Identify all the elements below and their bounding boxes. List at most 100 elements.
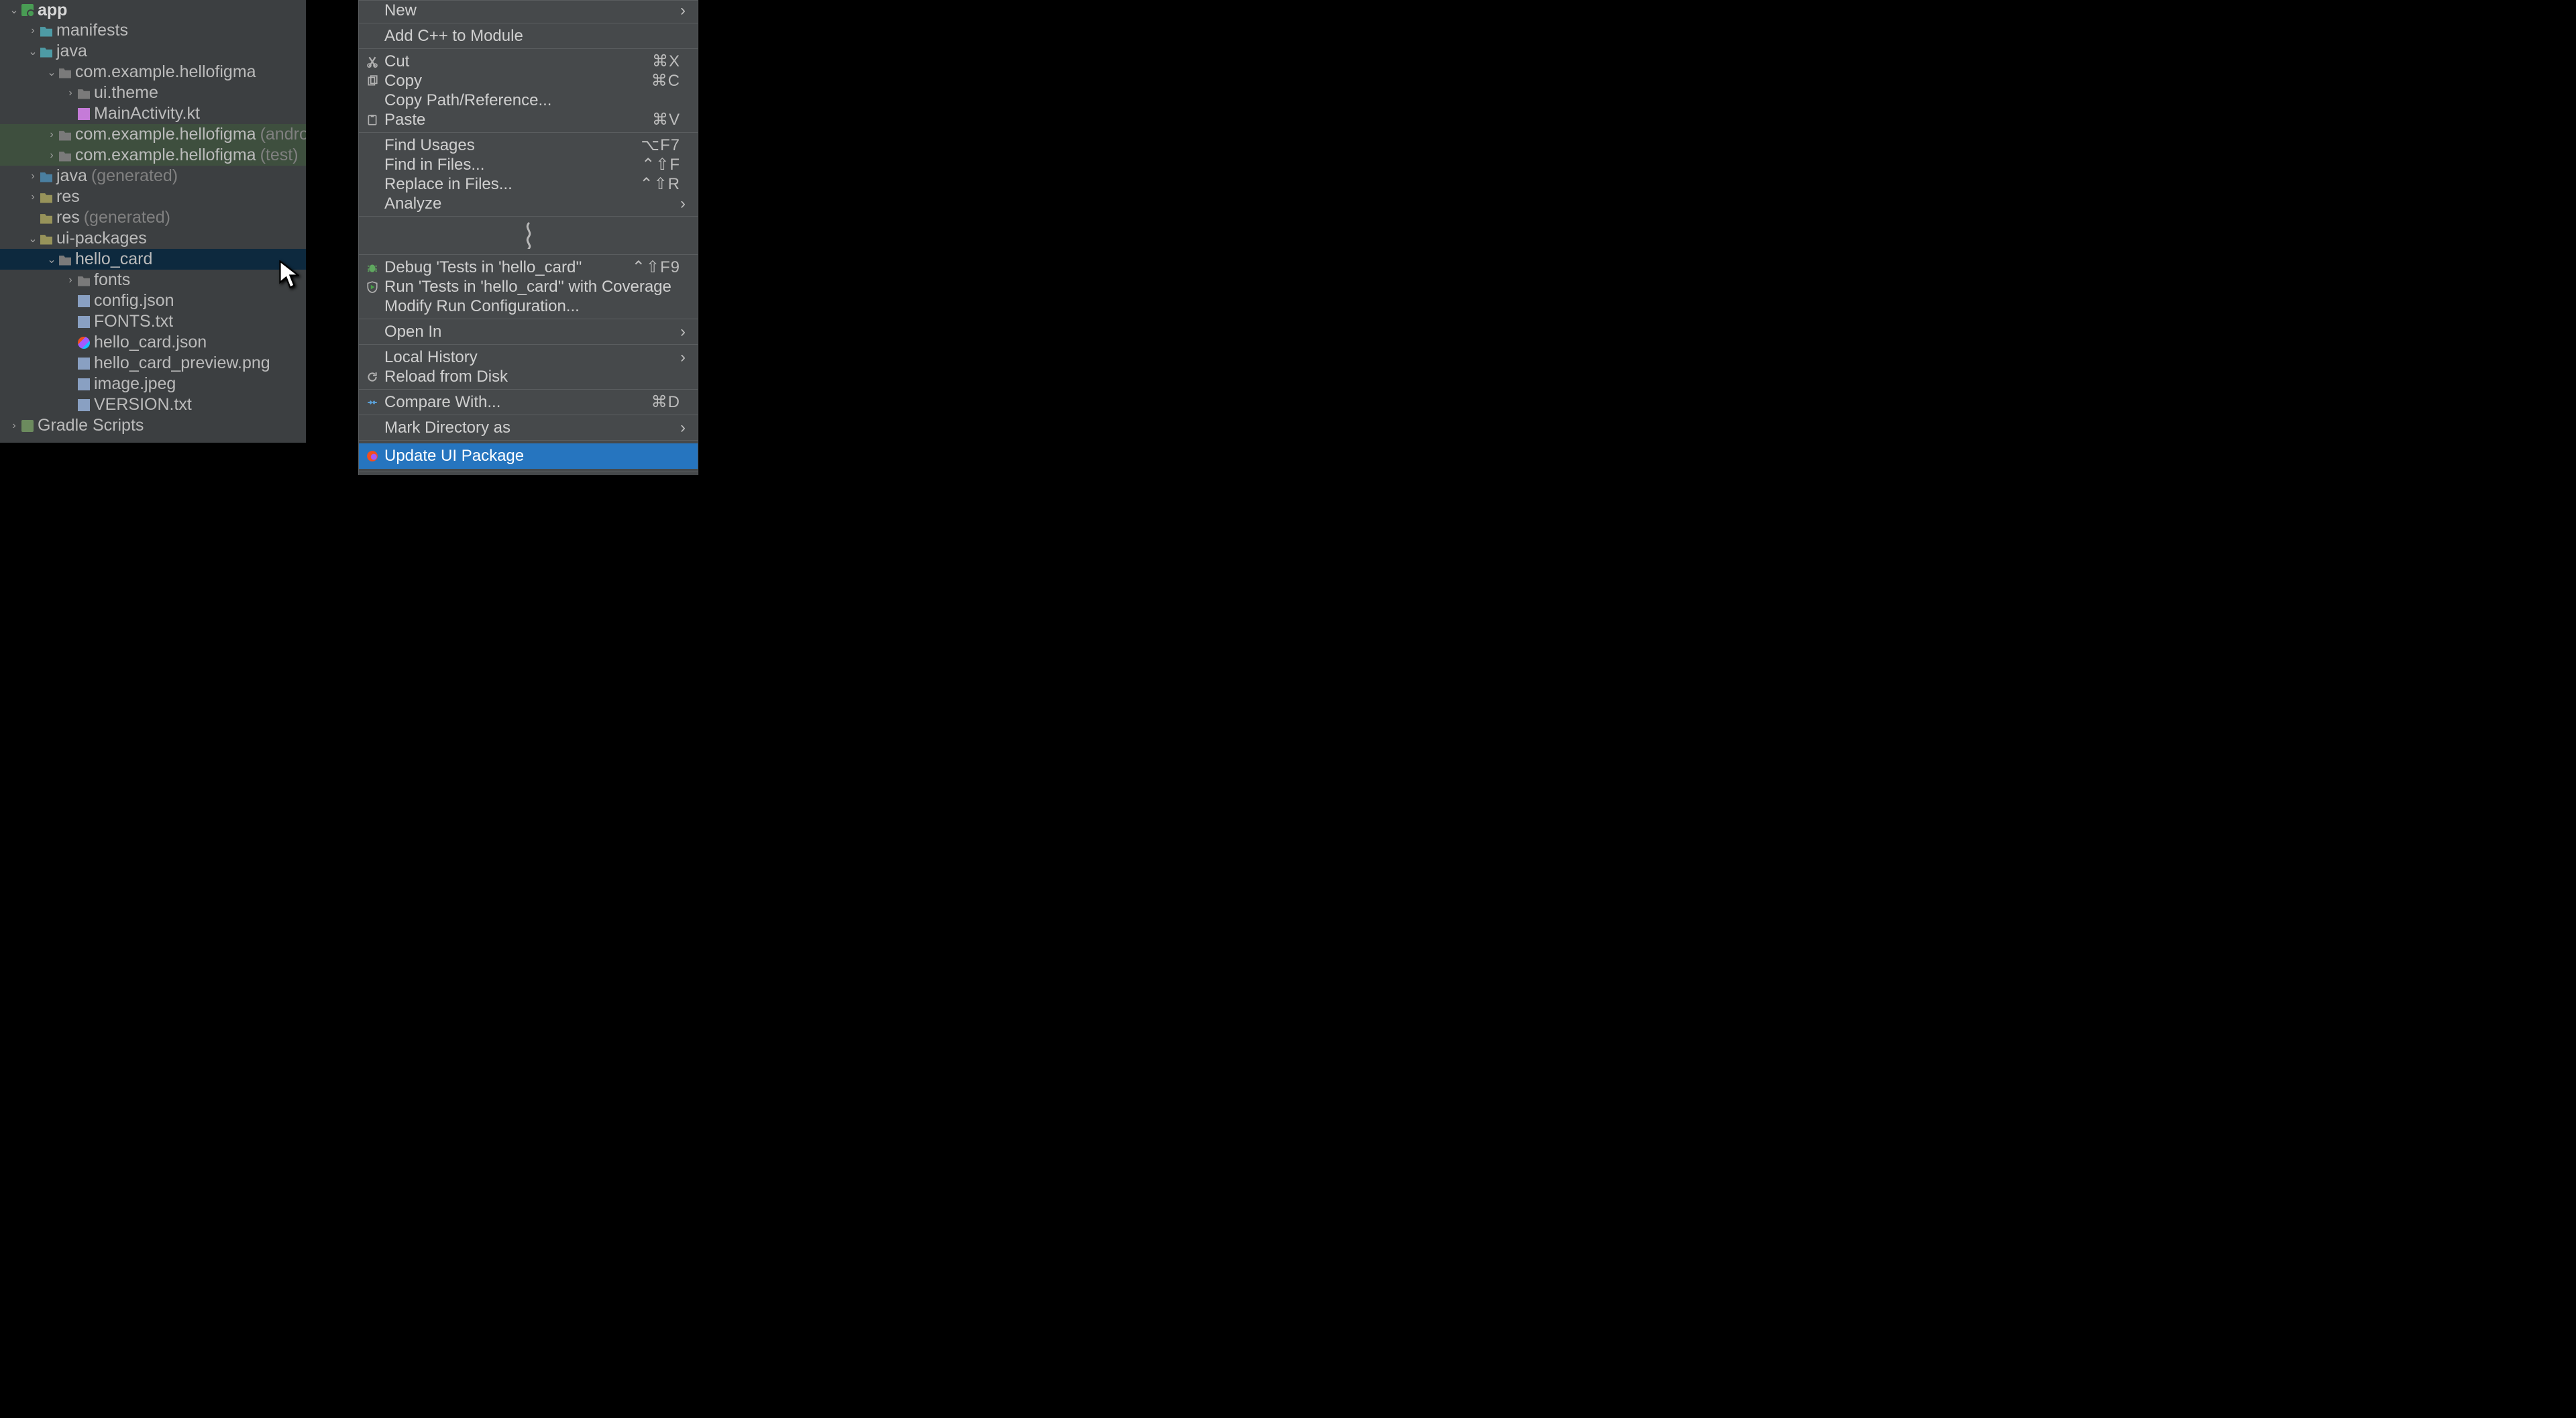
tree-row[interactable]: ›java(generated) bbox=[0, 166, 306, 186]
menu-separator bbox=[359, 254, 698, 255]
menu-item[interactable]: Mark Directory as› bbox=[359, 418, 698, 437]
tree-row[interactable]: ⌄com.example.hellofigma bbox=[0, 62, 306, 83]
coverage-icon bbox=[366, 280, 379, 294]
menu-item[interactable]: Copy Path/Reference...› bbox=[359, 91, 698, 110]
menu-item-shortcut: ⌘X bbox=[652, 52, 680, 71]
menu-item[interactable]: Modify Run Configuration...› bbox=[359, 296, 698, 316]
tree-row[interactable]: ›fonts bbox=[0, 270, 306, 290]
menu-item[interactable]: Copy⌘C› bbox=[359, 71, 698, 91]
copy-icon bbox=[366, 74, 379, 88]
menu-item[interactable]: New› bbox=[359, 1, 698, 20]
menu-separator bbox=[359, 440, 698, 441]
menu-item-shortcut: ⌃⇧F bbox=[641, 155, 680, 174]
tree-row[interactable]: ›ui.theme bbox=[0, 83, 306, 103]
tree-row-label: java bbox=[56, 42, 87, 61]
folder-cyan-icon bbox=[40, 25, 52, 37]
chevron-down-icon[interactable]: ⌄ bbox=[47, 66, 56, 79]
chevron-down-icon[interactable]: ⌄ bbox=[28, 45, 38, 58]
folder-gray-icon bbox=[59, 150, 71, 162]
chevron-down-icon[interactable]: ⌄ bbox=[9, 3, 19, 17]
chevron-right-icon[interactable]: › bbox=[66, 274, 75, 286]
menu-item-label: Debug 'Tests in 'hello_card'' bbox=[384, 258, 625, 277]
chevron-right-icon[interactable]: › bbox=[9, 420, 19, 432]
tree-row[interactable]: › Gradle Scripts bbox=[0, 415, 306, 436]
menu-item[interactable]: Compare With...⌘D› bbox=[359, 392, 698, 412]
menu-truncation-icon bbox=[359, 219, 698, 252]
folder-res-icon bbox=[40, 212, 52, 224]
tree-row[interactable]: hello_card_preview.png bbox=[0, 353, 306, 374]
submenu-chevron-icon: › bbox=[680, 195, 688, 213]
tree-row[interactable]: ›com.example.hellofigma(test) bbox=[0, 145, 306, 166]
menu-separator bbox=[359, 389, 698, 390]
folder-res-icon bbox=[40, 191, 52, 203]
compare-icon bbox=[366, 396, 379, 409]
tree-row[interactable]: MainActivity.kt bbox=[0, 103, 306, 124]
tree-row[interactable]: ⌄app bbox=[0, 0, 306, 20]
menu-item[interactable]: Run 'Tests in 'hello_card'' with Coverag… bbox=[359, 277, 698, 296]
tree-row[interactable]: ›res bbox=[0, 186, 306, 207]
tree-row-suffix: (generated) bbox=[84, 208, 170, 227]
chevron-right-icon[interactable]: › bbox=[47, 150, 56, 162]
gradle-icon-icon bbox=[21, 420, 34, 432]
file-txt-icon bbox=[78, 399, 90, 411]
menu-item-label: Paste bbox=[384, 111, 645, 129]
tree-row[interactable]: FONTS.txt bbox=[0, 311, 306, 332]
menu-item[interactable]: Analyze› bbox=[359, 194, 698, 213]
tree-row[interactable]: VERSION.txt bbox=[0, 394, 306, 415]
menu-item[interactable]: Open In› bbox=[359, 322, 698, 341]
tree-row-label: java bbox=[56, 166, 87, 186]
tree-row-label: image.jpeg bbox=[94, 374, 176, 394]
figma-icon bbox=[366, 449, 379, 463]
chevron-down-icon[interactable]: ⌄ bbox=[28, 232, 38, 246]
tree-row-label: hello_card bbox=[75, 250, 152, 269]
tree-row-label: ui-packages bbox=[56, 229, 147, 248]
menu-item[interactable]: Find in Files...⌃⇧F› bbox=[359, 155, 698, 174]
figma-icon-icon bbox=[78, 337, 90, 349]
submenu-chevron-icon: › bbox=[680, 348, 688, 367]
tree-row-label: FONTS.txt bbox=[94, 312, 173, 331]
tree-row[interactable]: config.json bbox=[0, 290, 306, 311]
tree-row-label: MainActivity.kt bbox=[94, 104, 200, 123]
chevron-right-icon[interactable]: › bbox=[28, 170, 38, 182]
project-tree[interactable]: ⌄app›manifests⌄java⌄com.example.hellofig… bbox=[0, 0, 306, 443]
menu-item[interactable]: Cut⌘X› bbox=[359, 52, 698, 71]
chevron-right-icon[interactable]: › bbox=[28, 191, 38, 203]
folder-cyan-icon bbox=[40, 46, 52, 58]
chevron-down-icon[interactable]: ⌄ bbox=[47, 253, 56, 266]
menu-item-label: Local History bbox=[384, 348, 680, 367]
tree-row[interactable]: image.jpeg bbox=[0, 374, 306, 394]
menu-item-label: Open In bbox=[384, 323, 680, 341]
tree-row[interactable]: ⌄ java bbox=[0, 41, 306, 62]
tree-row[interactable]: ›com.example.hellofigma(androidTest) bbox=[0, 124, 306, 145]
menu-item[interactable]: Find Usages⌥F7› bbox=[359, 135, 698, 155]
tree-row[interactable]: ⌄ hello_card bbox=[0, 249, 306, 270]
menu-item-label: Find Usages bbox=[384, 136, 634, 155]
menu-item[interactable]: Debug 'Tests in 'hello_card''⌃⇧F9› bbox=[359, 258, 698, 277]
folder-gray-icon bbox=[78, 274, 90, 286]
tree-row[interactable]: ›manifests bbox=[0, 20, 306, 41]
menu-item[interactable]: Replace in Files...⌃⇧R› bbox=[359, 174, 698, 194]
menu-item[interactable]: Reload from Disk› bbox=[359, 367, 698, 386]
menu-item-label: Modify Run Configuration... bbox=[384, 297, 680, 316]
tree-row[interactable]: res(generated) bbox=[0, 207, 306, 228]
submenu-chevron-icon: › bbox=[680, 323, 688, 341]
chevron-right-icon[interactable]: › bbox=[47, 129, 56, 141]
folder-gray-icon bbox=[59, 254, 71, 266]
chevron-right-icon[interactable]: › bbox=[66, 87, 75, 99]
file-kt-icon bbox=[78, 108, 90, 120]
chevron-right-icon[interactable]: › bbox=[28, 25, 38, 37]
tree-row[interactable]: hello_card.json bbox=[0, 332, 306, 353]
menu-item[interactable]: Update UI Package› bbox=[359, 443, 698, 469]
menu-item[interactable]: Add C++ to Module› bbox=[359, 26, 698, 46]
context-menu[interactable]: New› Add C++ to Module› Cut⌘X›Copy⌘C›Copy … bbox=[358, 0, 698, 475]
menu-item[interactable]: Paste⌘V› bbox=[359, 110, 698, 129]
tree-row-label: hello_card_preview.png bbox=[94, 353, 270, 373]
paste-icon bbox=[366, 113, 379, 127]
menu-item-label: Analyze bbox=[384, 195, 680, 213]
file-png-icon bbox=[78, 358, 90, 370]
file-png-icon bbox=[78, 378, 90, 390]
tree-row[interactable]: ⌄ ui-packages bbox=[0, 228, 306, 249]
menu-separator bbox=[359, 216, 698, 217]
tree-row-label: Gradle Scripts bbox=[38, 416, 144, 435]
menu-item[interactable]: Local History› bbox=[359, 347, 698, 367]
